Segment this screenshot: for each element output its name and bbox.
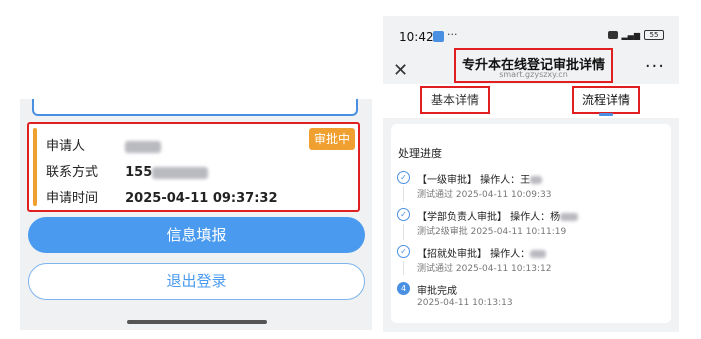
redacted-operator <box>530 250 547 258</box>
step-title: 【招就处审批】 操作人： <box>417 245 547 260</box>
timeline-connector <box>403 186 404 202</box>
step-number-icon: 4 <box>397 282 410 295</box>
applicant-label: 申请人 <box>46 139 86 154</box>
step-detail: 测试通过 2025-04-11 10:13:12 <box>417 264 552 274</box>
contact-value: 155 <box>125 165 209 180</box>
tab-basic-details[interactable]: 基本详情 <box>420 86 490 114</box>
left-screen: 审批中 申请人 联系方式 155 申请时间 2025-04-11 09:37:3… <box>20 0 372 330</box>
top-card-edge <box>32 99 358 116</box>
step-detail: 2025-04-11 10:13:13 <box>417 298 513 308</box>
check-icon: ✓ <box>397 208 410 221</box>
signal-icon: ▂▄▆ <box>621 30 640 40</box>
right-screen: 10:42 ··· ▂▄▆ 55 ✕ 专升本在线登记审批详情 smart.gzy… <box>383 16 679 332</box>
tab-process-details[interactable]: 流程详情 <box>572 86 640 114</box>
info-fill-button[interactable]: 信息填报 <box>28 217 365 253</box>
page-title-box: 专升本在线登记审批详情 smart.gzyszxy.cn <box>454 48 613 83</box>
step-detail: 测试2级审批 2025-04-11 10:11:19 <box>417 227 567 237</box>
step-detail: 测试通过 2025-04-11 10:09:33 <box>417 190 552 200</box>
check-icon: ✓ <box>397 245 410 258</box>
active-tab-indicator <box>599 113 613 116</box>
status-badge: 审批中 <box>309 128 355 150</box>
status-icons: ▂▄▆ 55 <box>607 30 664 40</box>
applicant-info-card: 审批中 申请人 联系方式 155 申请时间 2025-04-11 09:37:3… <box>27 122 360 212</box>
redacted-operator <box>530 176 543 184</box>
timeline-connector <box>403 224 404 240</box>
process-card: 处理进度 ✓ 【一级审批】 操作人：王 测试通过 2025-04-11 10:0… <box>391 124 671 323</box>
timeline-connector <box>403 261 404 275</box>
status-time: 10:42 <box>399 30 434 44</box>
contact-label: 联系方式 <box>46 165 99 180</box>
logout-button[interactable]: 退出登录 <box>28 263 365 300</box>
step-title: 【一级审批】 操作人：王 <box>417 171 543 186</box>
home-indicator <box>127 320 267 324</box>
detail-tabs: 基本详情 流程详情 <box>383 84 679 118</box>
redacted-operator <box>560 213 579 221</box>
contact-row: 联系方式 155 <box>46 161 209 180</box>
apply-time-row: 申请时间 2025-04-11 09:37:32 <box>46 187 278 206</box>
page-domain: smart.gzyszxy.cn <box>499 70 568 79</box>
applicant-row: 申请人 <box>46 135 162 154</box>
more-menu-icon[interactable]: ··· <box>645 56 665 77</box>
card-accent-bar <box>33 128 37 206</box>
step-title: 【学部负责人审批】 操作人：杨 <box>417 208 579 223</box>
check-icon: ✓ <box>397 171 410 184</box>
apply-time-value: 2025-04-11 09:37:32 <box>125 191 278 206</box>
battery-icon: 55 <box>644 30 664 40</box>
step-title: 审批完成 <box>417 286 457 297</box>
redacted-phone <box>152 166 209 179</box>
applicant-value <box>125 139 162 154</box>
apply-time-label: 申请时间 <box>46 191 99 206</box>
status-more-dots: ··· <box>447 28 458 41</box>
nfc-icon <box>607 31 618 39</box>
process-title: 处理进度 <box>398 147 442 160</box>
app-notification-icon <box>433 31 444 42</box>
close-icon[interactable]: ✕ <box>393 60 408 81</box>
redacted-name <box>125 140 162 153</box>
